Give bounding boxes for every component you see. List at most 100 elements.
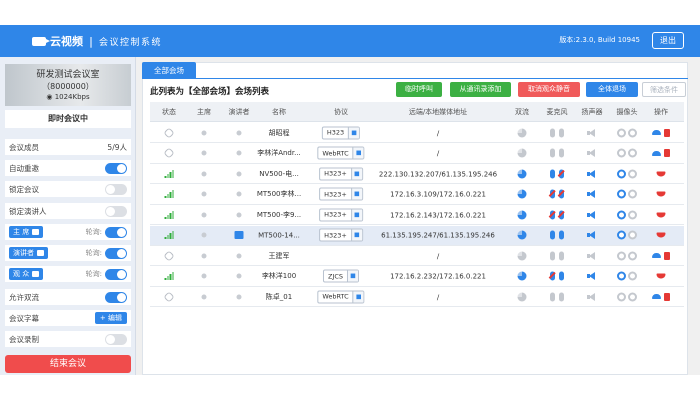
chair-radio[interactable] [201, 150, 207, 156]
contact-icon[interactable]: ■ [350, 209, 362, 220]
speaker-icon[interactable] [587, 251, 595, 260]
camera-switch-icon[interactable] [628, 169, 637, 178]
presenter-radio[interactable] [236, 191, 242, 197]
protocol-select[interactable]: H323 ■ [321, 126, 361, 139]
chair-radio[interactable] [201, 130, 207, 135]
contact-icon[interactable]: ■ [352, 291, 364, 302]
auto-redial-toggle[interactable] [105, 162, 127, 174]
call-icon[interactable] [652, 294, 661, 299]
chair-radio[interactable] [201, 253, 207, 258]
camera-icon[interactable] [617, 169, 626, 178]
speaker-icon[interactable] [587, 292, 595, 301]
contact-icon[interactable]: ■ [350, 188, 362, 200]
dual-stream-icon[interactable] [517, 292, 527, 301]
presenter-radio[interactable] [236, 212, 242, 217]
hangup-icon[interactable] [656, 273, 666, 279]
speaker-icon[interactable] [587, 149, 595, 157]
presenter-radio[interactable] [236, 273, 242, 279]
presenter-radio[interactable] [236, 130, 242, 135]
presenter-radio[interactable] [236, 171, 242, 176]
speaker-icon[interactable] [587, 231, 595, 239]
camera-icon[interactable] [617, 189, 626, 199]
trash-icon[interactable] [664, 128, 670, 137]
dual-stream-icon[interactable] [517, 169, 527, 178]
camera-icon[interactable] [617, 210, 626, 219]
call-icon[interactable] [652, 130, 661, 135]
table-row[interactable]: NV500-电... H323+ ■ 222.130.132.207/61.135.1… [150, 164, 684, 184]
chair-radio[interactable] [201, 171, 207, 176]
protocol-select[interactable]: H323+ ■ [319, 228, 363, 242]
allow-dual-toggle[interactable] [105, 291, 127, 303]
camera-switch-icon[interactable] [628, 251, 637, 260]
presenter-radio[interactable] [236, 150, 242, 156]
contact-icon[interactable]: ■ [350, 229, 362, 241]
dual-stream-icon[interactable] [517, 210, 527, 219]
camera-icon[interactable] [617, 271, 626, 281]
mic-mute-icon[interactable] [559, 189, 564, 199]
camera-icon[interactable] [617, 251, 626, 260]
dual-stream-icon[interactable] [517, 189, 527, 199]
presenter-pill[interactable]: 演讲者 [9, 247, 48, 259]
exit-button[interactable]: 退出 [652, 32, 684, 49]
tab-all-venues[interactable]: 全部会场 [142, 62, 196, 79]
dual-stream-icon[interactable] [517, 251, 527, 260]
call-icon[interactable] [652, 253, 661, 258]
protocol-select[interactable]: H323+ ■ [319, 187, 363, 201]
protocol-select[interactable]: H323+ ■ [319, 167, 363, 180]
audience-poll-toggle[interactable] [105, 268, 127, 280]
table-row[interactable]: 陈卓_01 WebRTC ■ / [150, 287, 684, 307]
mic-icon[interactable] [550, 189, 555, 199]
mic-icon[interactable] [550, 230, 555, 240]
mic-mute-icon[interactable] [559, 292, 564, 301]
mic-icon[interactable] [550, 292, 555, 301]
table-row[interactable]: 李林洋100 ZJCS ■ 172.16.2.232/172.16.0.221 [150, 267, 684, 287]
table-row[interactable]: MT500-李9... H323+ ■ 172.16.2.143/172.16.0.2… [150, 205, 684, 225]
camera-icon[interactable] [617, 128, 626, 137]
add-from-contacts-button[interactable]: 从通讯录添加 [450, 82, 511, 97]
speaker-icon[interactable] [587, 190, 595, 198]
contact-icon[interactable]: ■ [347, 270, 359, 282]
all-leave-button[interactable]: 全体退场 [586, 82, 638, 97]
record-toggle[interactable] [105, 333, 127, 345]
trash-icon[interactable] [664, 251, 670, 260]
protocol-select[interactable]: WebRTC ■ [317, 290, 365, 303]
trash-icon[interactable] [664, 292, 670, 301]
hangup-icon[interactable] [656, 171, 666, 176]
chair-radio[interactable] [201, 294, 207, 299]
filter-button[interactable]: 筛选条件 [642, 82, 686, 97]
presenter-icon[interactable] [234, 231, 244, 239]
camera-switch-icon[interactable] [628, 230, 637, 240]
lock-meeting-toggle[interactable] [105, 183, 127, 195]
camera-icon[interactable] [617, 148, 626, 158]
camera-switch-icon[interactable] [628, 148, 637, 158]
contact-icon[interactable]: ■ [352, 147, 364, 159]
unmute-audience-button[interactable]: 取消观众静音 [518, 82, 580, 97]
dual-stream-icon[interactable] [517, 271, 527, 281]
hangup-icon[interactable] [656, 232, 666, 238]
mic-mute-icon[interactable] [559, 251, 564, 260]
hangup-icon[interactable] [656, 212, 666, 217]
dual-stream-icon[interactable] [517, 148, 527, 158]
mic-mute-icon[interactable] [559, 210, 564, 219]
mic-mute-icon[interactable] [559, 128, 564, 137]
mic-icon[interactable] [550, 169, 555, 178]
end-meeting-button[interactable]: 结束会议 [5, 355, 131, 373]
dual-stream-icon[interactable] [517, 128, 527, 137]
chair-radio[interactable] [201, 212, 207, 217]
dual-stream-icon[interactable] [517, 230, 527, 240]
table-row[interactable]: MT500-14... H323+ ■ 61.135.195.247/61.135.1… [150, 225, 684, 246]
presenter-radio[interactable] [236, 253, 242, 258]
camera-icon[interactable] [617, 292, 626, 301]
mic-mute-icon[interactable] [559, 169, 564, 178]
table-row[interactable]: 李林洋Andr... WebRTC ■ / [150, 144, 684, 164]
speaker-icon[interactable] [587, 210, 595, 219]
protocol-select[interactable]: ZJCS ■ [322, 269, 360, 283]
mic-mute-icon[interactable] [559, 230, 564, 240]
chair-poll-toggle[interactable] [105, 226, 127, 238]
presenter-poll-toggle[interactable] [105, 247, 127, 259]
camera-switch-icon[interactable] [628, 271, 637, 281]
table-row[interactable]: 王建军 / [150, 246, 684, 266]
protocol-select[interactable]: WebRTC ■ [317, 146, 365, 160]
subtitle-edit-button[interactable]: + 编辑 [94, 312, 127, 324]
protocol-select[interactable]: H323+ ■ [319, 208, 363, 221]
